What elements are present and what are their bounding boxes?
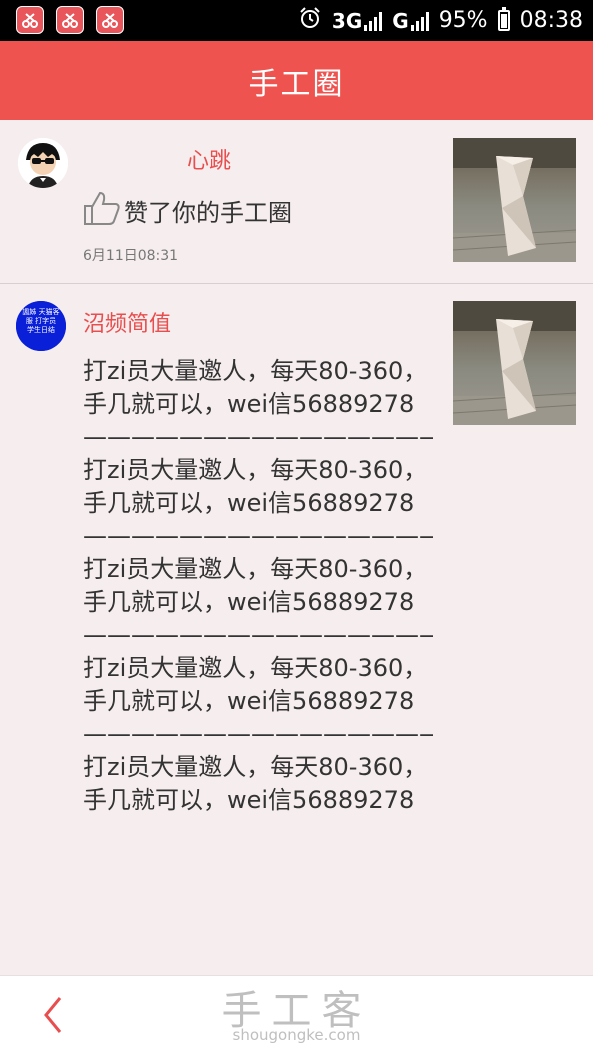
thumbs-up-icon: [82, 190, 122, 230]
network-type-1: 3G: [331, 8, 363, 33]
message-content: 打zi员大量邀人，每天80-360，手几就可以，wei信56889278————…: [83, 357, 433, 814]
signal-strength-icon: [364, 11, 383, 31]
battery-icon: [497, 7, 510, 31]
network-type-2: G: [392, 8, 409, 33]
clock: 08:38: [519, 8, 583, 33]
post-thumbnail[interactable]: [453, 138, 576, 262]
alarm-icon: [298, 6, 322, 36]
signal-strength-icon: [410, 11, 429, 31]
avatar[interactable]: [18, 138, 68, 188]
app-notification-icon: [96, 6, 124, 34]
status-indicators: 3G G 95% 08:38: [298, 0, 583, 41]
like-text: 赞了你的手工圈: [124, 198, 292, 227]
username[interactable]: 沼频简值: [83, 306, 171, 338]
status-bar: 3G G 95% 08:38: [0, 0, 593, 41]
page-title: 手工圈: [248, 66, 345, 102]
timestamp: 6月11日08:31: [83, 248, 179, 264]
watermark-url: shougongke.com: [232, 1026, 361, 1044]
avatar-text: 諷姊 天猫客服 打字员 学生日结: [22, 308, 60, 334]
post-thumbnail[interactable]: [453, 301, 576, 425]
battery-percent: 95%: [438, 8, 488, 33]
like-action: 赞了你的手工圈: [82, 190, 292, 230]
app-notification-icon: [56, 6, 84, 34]
avatar[interactable]: 諷姊 天猫客服 打字员 学生日结: [16, 301, 66, 351]
app-notification-icon: [16, 6, 44, 34]
divider: [0, 283, 593, 284]
bottom-bar: 手工客 shougongke.com: [0, 975, 593, 1055]
app-header: 手工圈: [0, 41, 593, 120]
username[interactable]: 心跳: [187, 143, 231, 175]
